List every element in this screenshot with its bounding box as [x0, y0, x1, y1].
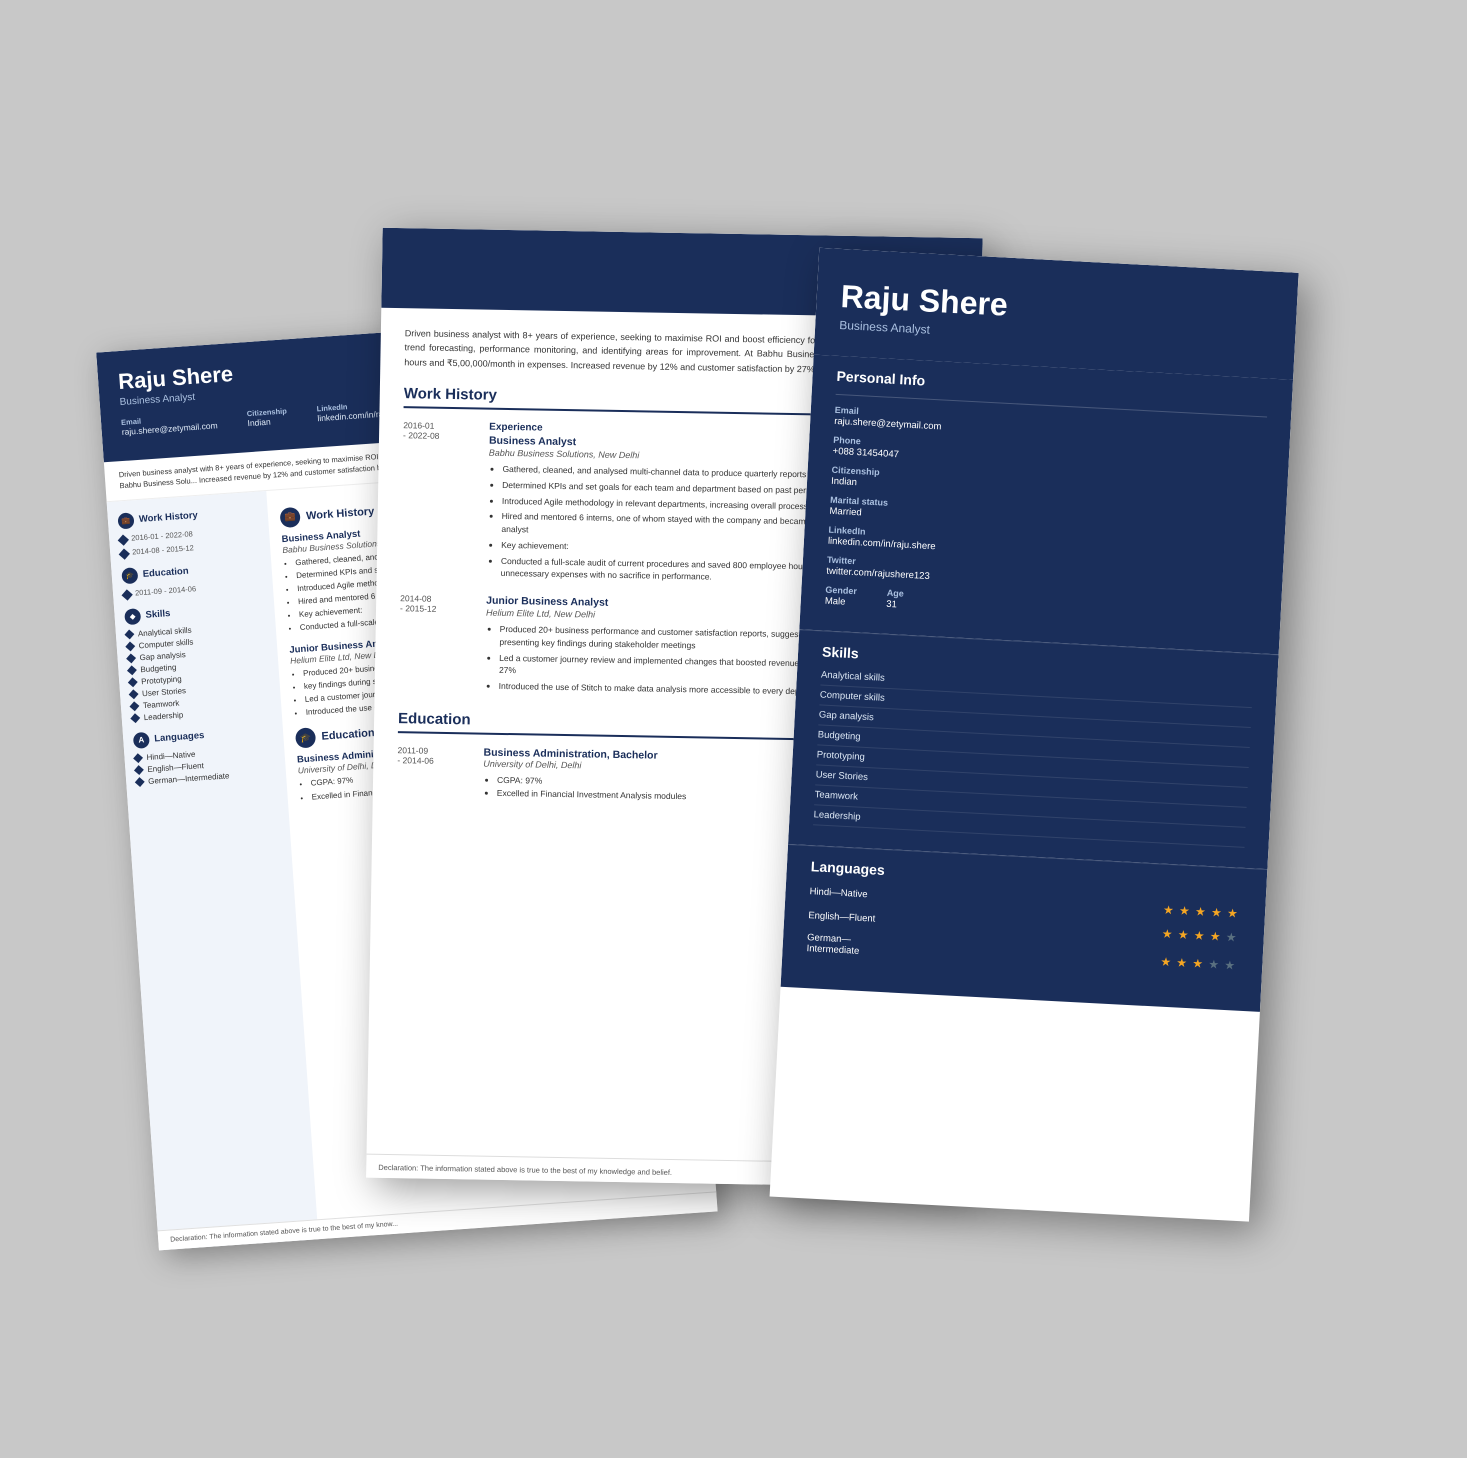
scene: Raju Shere Business Analyst Email raju.s… [0, 0, 1467, 1458]
edu-icon: 🎓 [294, 728, 315, 749]
english-stars: ★ ★ ★ ★ ★ [1161, 927, 1240, 945]
lang-dot [133, 765, 143, 775]
work-icon: 💼 [279, 506, 300, 527]
resume3-age-label: Age [886, 588, 904, 599]
timeline-dot [117, 534, 128, 545]
skill-dot [129, 701, 139, 711]
skill-dot [127, 677, 137, 687]
skills-icon: ◆ [124, 608, 141, 625]
sidebar-languages-section: A Languages Hindi—Native English—Fluent … [132, 723, 275, 787]
resume1-citizenship: Indian [247, 415, 288, 428]
hindi-stars: ★ ★ ★ ★ ★ [1162, 903, 1241, 921]
sidebar-education-section: 🎓 Education 2011-09 - 2014-06 [121, 558, 263, 599]
resume1-citizenship-item: Citizenship Indian [246, 406, 288, 438]
lang-dot [133, 753, 143, 763]
skill-dot [128, 689, 138, 699]
skill-dot [125, 641, 135, 651]
german-stars: ★ ★ ★ ★ ★ [1160, 955, 1239, 973]
resume1-email-item: Email raju.shere@zetymail.com [120, 411, 218, 447]
timeline-dot [121, 589, 132, 600]
skill-dot [126, 665, 136, 675]
sidebar-skills-section: ◆ Skills Analytical skills Computer skil… [124, 599, 272, 722]
timeline-dot [118, 548, 129, 559]
sidebar-work-section: 💼 Work History 2016-01 - 2022-08 2014-08… [117, 503, 260, 558]
resume3-age-item: Age 31 [885, 588, 903, 611]
briefcase-icon: 💼 [117, 512, 134, 529]
language-icon: A [132, 731, 149, 748]
lang-dot [134, 777, 144, 787]
resume3-gender-label: Gender [825, 585, 857, 597]
skill-dot [126, 653, 136, 663]
skill-dot [124, 629, 134, 639]
resume3-gender: Male [824, 596, 856, 609]
skill-dot [130, 713, 140, 723]
resume-3: Raju Shere Business Analyst Personal Inf… [769, 248, 1298, 1222]
resume3-gender-item: Gender Male [824, 585, 857, 609]
graduation-icon: 🎓 [121, 567, 138, 584]
resume3-age: 31 [885, 599, 903, 611]
resume3-skills: Skills Analytical skills Computer skills… [788, 629, 1279, 869]
resume3-personal-info: Personal Info Email raju.shere@zetymail.… [799, 355, 1293, 655]
resume3-languages: Languages Hindi—Native ★ ★ ★ ★ ★ English… [780, 844, 1267, 1012]
